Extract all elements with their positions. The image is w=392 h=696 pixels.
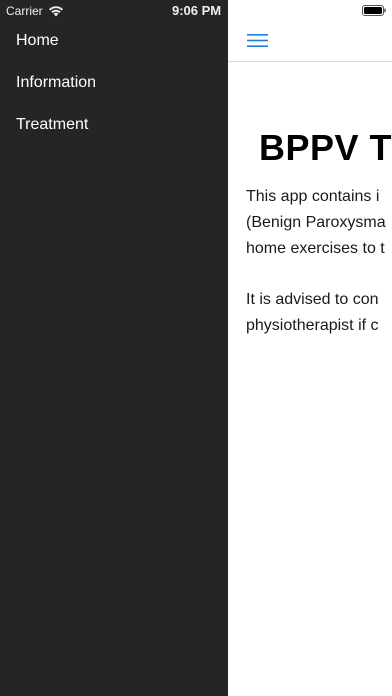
paragraph-line: It is advised to con	[246, 291, 379, 308]
menu-item-information[interactable]: Information	[0, 62, 228, 104]
carrier-label: Carrier	[6, 4, 43, 18]
menu-item-treatment[interactable]: Treatment	[0, 104, 228, 146]
status-bar-left: Carrier	[6, 2, 64, 20]
menu-item-home[interactable]: Home	[0, 20, 228, 62]
page-title: BPPV Tr	[259, 127, 392, 168]
battery-icon	[362, 5, 386, 16]
hamburger-menu-icon[interactable]	[247, 33, 269, 48]
drawer-menu: Home Information Treatment	[0, 20, 228, 146]
app-screen: Carrier 9:06 PM Home Information Treatme…	[0, 0, 392, 696]
paragraph-line: (Benign Paroxysma	[246, 214, 386, 231]
paragraph-line: home exercises to t	[246, 240, 385, 257]
main-panel: BPPV Tr This app contains i (Benign Paro…	[228, 0, 392, 696]
intro-paragraph: This app contains i (Benign Paroxysma ho…	[246, 184, 386, 262]
paragraph-line: This app contains i	[246, 188, 380, 205]
side-drawer: Carrier 9:06 PM Home Information Treatme…	[0, 0, 228, 696]
nav-bar	[228, 20, 392, 62]
paragraph-line: physiotherapist if c	[246, 317, 379, 334]
status-time: 9:06 PM	[172, 3, 222, 18]
wifi-icon	[48, 6, 63, 17]
advice-paragraph: It is advised to con physiotherapist if …	[246, 287, 379, 339]
